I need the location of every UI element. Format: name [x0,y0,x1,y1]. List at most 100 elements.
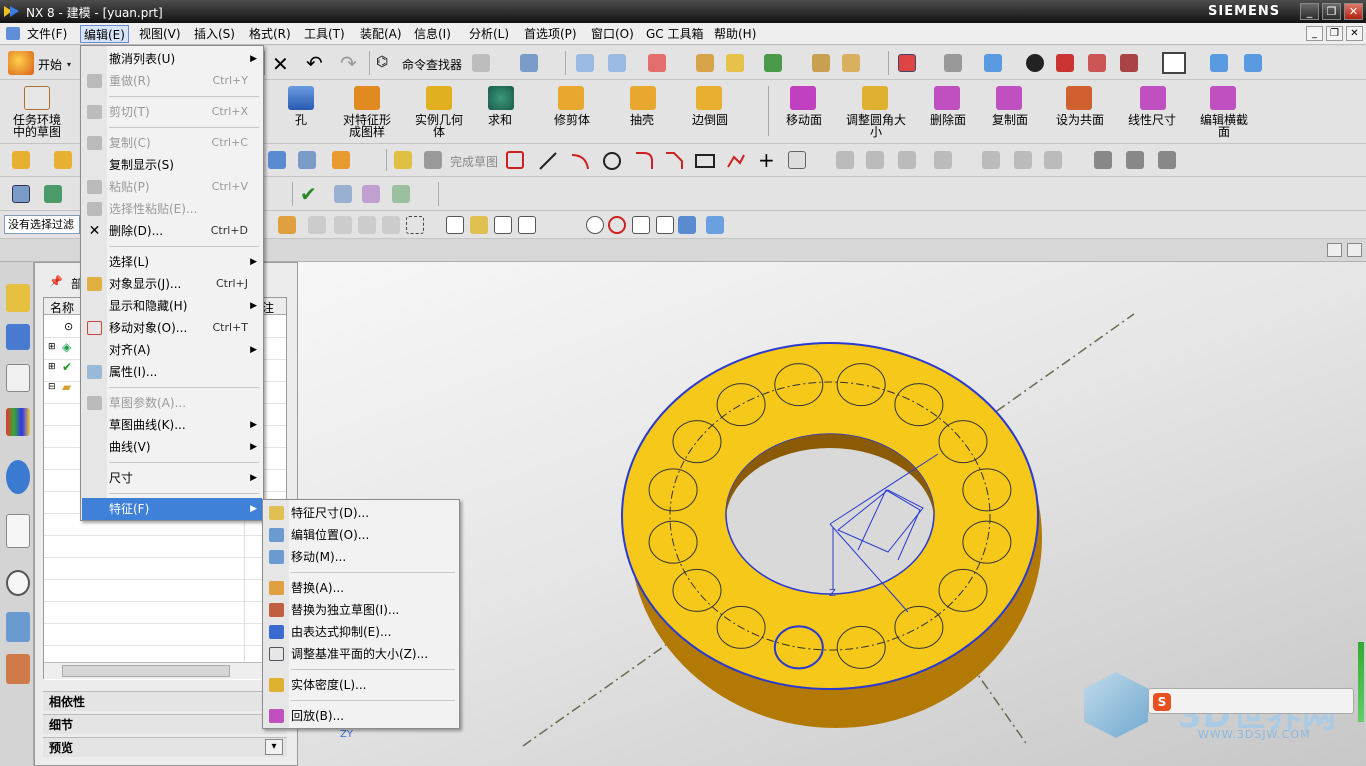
table-icon[interactable] [334,185,352,203]
background-icon[interactable] [1162,52,1186,74]
snap-quadrant-icon[interactable] [608,216,626,234]
section-icon[interactable] [1088,54,1106,72]
wcs-icon[interactable] [648,54,666,72]
sketch-plane-icon[interactable] [298,151,316,169]
rectangle-icon[interactable] [694,151,716,171]
hole-icon[interactable] [288,86,314,110]
face-select-icon[interactable] [382,216,400,234]
menu-window[interactable]: 窗口(O) [588,25,637,43]
transform-icon[interactable] [392,185,410,203]
body-select-icon[interactable] [358,216,376,234]
sketch-icon[interactable] [394,151,412,169]
snap-on-curve-icon[interactable] [656,216,674,234]
restore-button[interactable]: ❐ [1322,3,1341,20]
snap-point-icon[interactable] [446,216,464,234]
chamfer-icon[interactable] [664,151,684,171]
ime-logo-icon[interactable]: S [1153,693,1171,711]
red-cube-icon[interactable] [1056,54,1074,72]
edge-blend-icon[interactable] [696,86,722,110]
ime-toolbar[interactable]: S [1148,688,1354,714]
half-shade-icon[interactable] [1026,54,1044,72]
pattern-feature-icon[interactable] [354,86,380,110]
circle-icon[interactable] [602,151,622,171]
delete-face-icon[interactable] [934,86,960,110]
linear-dimension-icon[interactable] [1140,86,1166,110]
finish-sketch-icon[interactable] [424,151,442,169]
chevron-down-icon[interactable]: ▾ [67,60,71,69]
snap-end-icon[interactable] [470,216,488,234]
make-coplanar-button[interactable]: 设为共面 [1052,114,1108,126]
menu-item-playback[interactable]: 回放(B)... [264,705,458,727]
menu-view[interactable]: 视图(V) [136,25,184,43]
clip-icon[interactable] [1120,54,1138,72]
polyline-icon[interactable] [726,151,746,171]
info-icon[interactable] [520,54,538,72]
snap-control-icon[interactable] [518,216,536,234]
roles-icon[interactable] [6,654,30,684]
finish-sketch-button[interactable]: 完成草图 [450,153,498,170]
menu-assembly[interactable]: 装配(A) [357,25,405,43]
menu-item-resize-datum-plane[interactable]: 调整基准平面的大小(Z)... [264,643,458,665]
trim-body-button[interactable]: 修剪体 [548,114,596,126]
shell-icon[interactable] [630,86,656,110]
binoculars-icon[interactable]: ⌬ [376,54,388,70]
edit-cross-section-button[interactable]: 编辑横截面 [1196,114,1252,138]
close-button[interactable]: ✕ [1344,3,1363,20]
menu-gc-toolbox[interactable]: GC 工具箱 [643,25,707,43]
snap-intersection-icon[interactable] [542,216,560,234]
menu-item-feature[interactable]: 特征(F) ▶ [82,498,262,520]
constraints-icon[interactable] [934,151,952,169]
shell-button[interactable]: 抽壳 [624,114,660,126]
menu-item-solid-density[interactable]: 实体密度(L)... [264,674,458,696]
edge-blend-button[interactable]: 边倒圆 [686,114,734,126]
menu-item-move[interactable]: 移动(M)... [264,546,458,568]
layer-settings-icon[interactable] [608,54,626,72]
menu-help[interactable]: 帮助(H) [711,25,759,43]
deselect-icon[interactable] [308,216,326,234]
move-view-icon[interactable] [1210,54,1228,72]
magic-icon[interactable] [726,54,744,72]
constraint-navigator-icon[interactable] [6,324,30,350]
arc-icon[interactable] [570,151,590,171]
copy-face-button[interactable]: 复制面 [986,114,1034,126]
info-icon[interactable] [6,460,30,494]
menu-preferences[interactable]: 首选项(P) [521,25,580,43]
details-panel-header[interactable]: 细节 [43,714,287,734]
brush-icon[interactable] [696,54,714,72]
point-icon[interactable]: + [758,148,775,172]
quick-trim-icon[interactable] [836,151,854,169]
menu-item-sketch-curve[interactable]: 草图曲线(K)... ▶ [82,414,262,436]
menu-item-properties[interactable]: 属性(I)... [82,361,262,383]
minimize-button[interactable]: _ [1300,3,1319,20]
menu-item-object-display[interactable]: 对象显示(J)... Ctrl+J [82,273,262,295]
show-constraints-icon[interactable] [1044,151,1062,169]
frame-icon[interactable] [12,185,30,203]
history-icon[interactable] [6,570,30,596]
command-finder-button[interactable]: 命令查找器 [402,56,462,73]
make-coplanar-icon[interactable] [1066,86,1092,110]
check-icon[interactable]: ✔ [300,182,317,206]
make-corner-icon[interactable] [898,151,916,169]
view-cube-icon[interactable] [706,216,724,234]
menu-tools[interactable]: 工具(T) [301,25,348,43]
menu-format[interactable]: 格式(R) [246,25,294,43]
expand-icon[interactable]: ⊞ [48,362,56,372]
pattern-feature-button[interactable]: 对特征形成图样 [338,114,396,138]
undo-icon[interactable]: ↶ [306,51,323,75]
pin-icon[interactable]: 📌 [49,275,63,288]
web-browser-icon[interactable] [6,514,30,548]
selection-filter-select[interactable]: 没有选择过滤 [4,215,80,234]
measure-angle-icon[interactable] [842,54,860,72]
feature-group-icon[interactable] [54,151,72,169]
menu-item-replace[interactable]: 替换(A)... [264,577,458,599]
edit-cross-section-icon[interactable] [1210,86,1236,110]
block-icon[interactable] [12,151,30,169]
menu-insert[interactable]: 插入(S) [191,25,238,43]
start-icon[interactable] [8,51,34,75]
snap-face-icon[interactable] [678,216,696,234]
datum-icon[interactable] [332,151,350,169]
shaded-icon[interactable] [984,54,1002,72]
instance-geometry-icon[interactable] [426,86,452,110]
orient-icon[interactable] [1244,54,1262,72]
assembly-navigator-icon[interactable] [6,284,30,312]
